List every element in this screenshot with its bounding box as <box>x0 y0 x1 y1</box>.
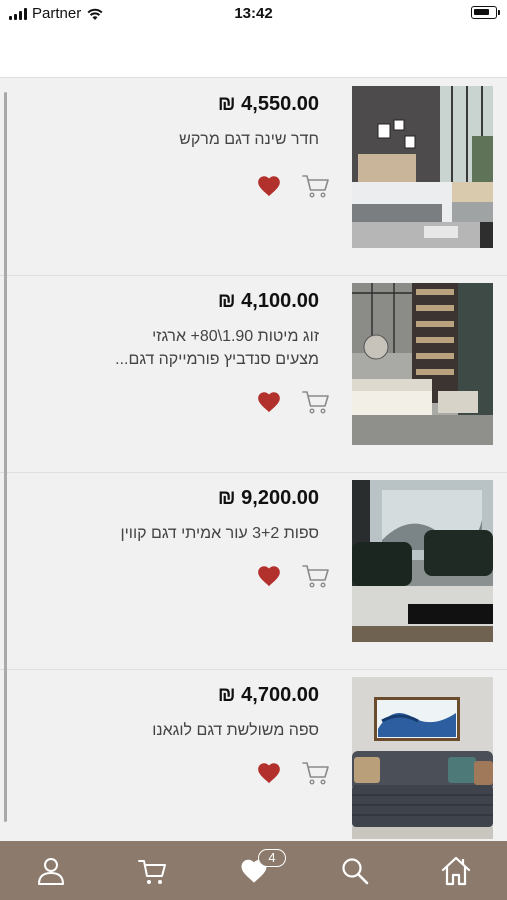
bottom-nav <box>0 841 507 900</box>
add-to-cart-icon[interactable] <box>302 173 330 199</box>
product-image-bedroom[interactable] <box>352 86 493 248</box>
product-title[interactable]: חדר שינה דגם מרקש <box>104 128 319 151</box>
app-header <box>0 28 507 78</box>
favorite-heart-icon[interactable] <box>256 563 282 589</box>
nav-search[interactable] <box>335 853 375 889</box>
favorite-heart-icon[interactable] <box>256 760 282 786</box>
search-icon <box>342 858 369 885</box>
status-time: 13:42 <box>234 5 273 22</box>
nav-home[interactable] <box>436 853 476 889</box>
product-row[interactable]: ₪ 4,100.00 זוג מיטות 1.90\80+ ארגזי מצעי… <box>0 276 507 473</box>
battery-icon <box>471 6 500 19</box>
product-price: ₪ 9,200.00 <box>217 487 319 509</box>
scrollbar[interactable] <box>4 92 7 822</box>
favorites-count-badge: 4 <box>258 849 286 867</box>
product-image-three-seat-sofa[interactable] <box>352 677 493 839</box>
add-to-cart-icon[interactable] <box>302 389 330 415</box>
favorite-heart-icon[interactable] <box>256 389 282 415</box>
favorite-heart-icon[interactable] <box>256 173 282 199</box>
add-to-cart-icon[interactable] <box>302 563 330 589</box>
status-bar: Partner 13:42 <box>0 0 507 28</box>
profile-icon <box>38 858 64 885</box>
product-title[interactable]: זוג מיטות 1.90\80+ ארגזי מצעים סנדביץ פו… <box>104 325 319 371</box>
add-to-cart-icon[interactable] <box>302 760 330 786</box>
product-list[interactable]: ₪ 4,550.00 חדר שינה דגם מרקש ₪ 4,100.00 … <box>0 79 507 841</box>
product-image-twin-beds[interactable] <box>352 283 493 445</box>
product-price: ₪ 4,700.00 <box>217 684 319 706</box>
product-row[interactable]: ₪ 9,200.00 ספות 3+2 עור אמיתי דגם קווין <box>0 473 507 670</box>
cart-icon <box>138 860 166 884</box>
nav-profile[interactable] <box>31 853 71 889</box>
product-price: ₪ 4,550.00 <box>217 93 319 115</box>
product-title[interactable]: ספה משולשת דגם לוגאנו <box>104 719 319 742</box>
product-price: ₪ 4,100.00 <box>217 290 319 312</box>
product-image-leather-sofa[interactable] <box>352 480 493 642</box>
product-row[interactable]: ₪ 4,550.00 חדר שינה דגם מרקש <box>0 79 507 276</box>
nav-cart[interactable] <box>132 853 172 889</box>
product-title[interactable]: ספות 3+2 עור אמיתי דגם קווין <box>104 522 319 545</box>
product-row[interactable]: ₪ 4,700.00 ספה משולשת דגם לוגאנו <box>0 670 507 841</box>
home-icon <box>441 856 471 886</box>
